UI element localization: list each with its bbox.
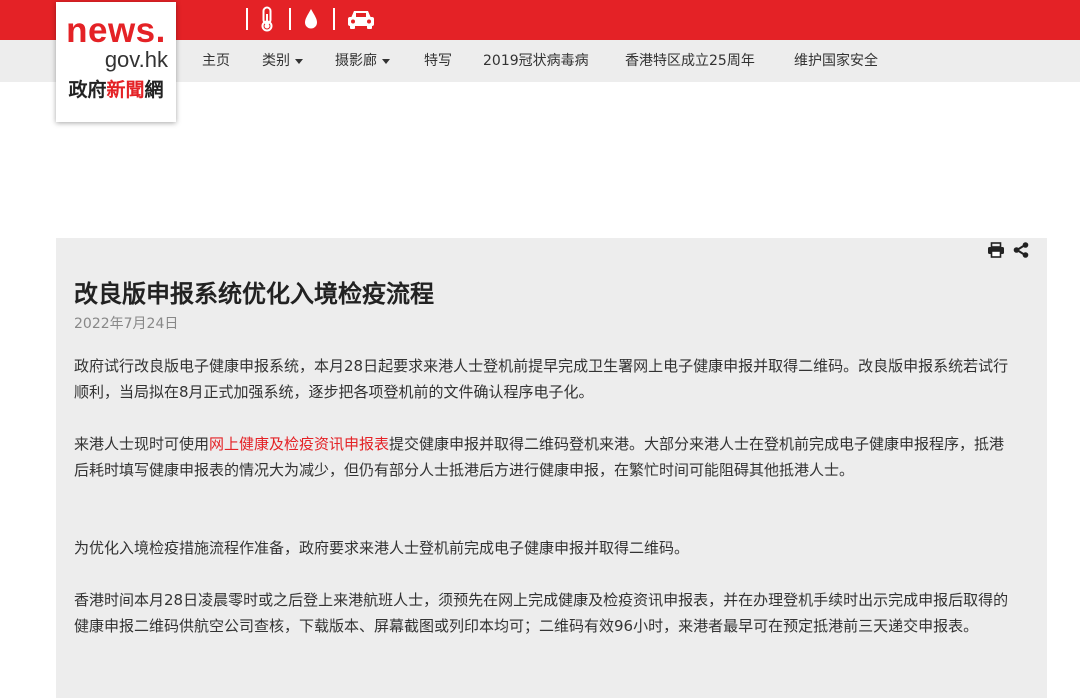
- top-bar-separator: [246, 8, 248, 30]
- paragraph-text: 来港人士现时可使用: [74, 435, 210, 453]
- logo-line-news: news.: [66, 11, 166, 50]
- logo-text-part: 政府: [68, 79, 107, 101]
- chevron-down-icon: [295, 58, 303, 64]
- top-bar-separator: [289, 8, 291, 30]
- article-panel: 改良版申报系统优化入境检疫流程 2022年7月24日 政府试行改良版电子健康申报…: [56, 238, 1047, 698]
- nav-item-label: 维护国家安全: [794, 53, 878, 69]
- top-bar-separator: [333, 8, 335, 30]
- article-paragraph: 为优化入境检疫措施流程作准备，政府要求来港人士登机前完成电子健康申报并取得二维码…: [74, 539, 690, 557]
- logo-line-domain: gov.hk: [104, 47, 168, 72]
- nav-item-national-security[interactable]: 维护国家安全: [794, 40, 878, 82]
- article-date: 2022年7月24日: [74, 316, 179, 332]
- nav-item-label: 香港特区成立25周年: [625, 53, 755, 69]
- nav-item-label: 摄影廊: [335, 53, 377, 69]
- nav-item-label: 2019冠状病毒病: [483, 53, 589, 69]
- nav-item-hksar-25th[interactable]: 香港特区成立25周年: [625, 40, 755, 82]
- nav-item-label: 主页: [202, 53, 230, 69]
- nav-item-label: 类别: [262, 53, 290, 69]
- nav-item-features[interactable]: 特写: [424, 40, 452, 82]
- raindrop-icon[interactable]: [303, 6, 319, 36]
- nav-item-home[interactable]: 主页: [202, 40, 230, 82]
- car-icon[interactable]: [345, 6, 377, 36]
- logo-line-chinese: 政府新聞網: [56, 78, 176, 102]
- article-title: 改良版申报系统优化入境检疫流程: [74, 280, 434, 308]
- health-declaration-form-link[interactable]: 网上健康及检疫资讯申报表: [209, 435, 389, 453]
- site-logo[interactable]: news. gov.hk 政府新聞網: [56, 2, 176, 122]
- chevron-down-icon: [382, 58, 390, 64]
- article-paragraph: 香港时间本月28日凌晨零时或之后登上来港航班人士，须预先在网上完成健康及检疫资讯…: [74, 591, 1009, 635]
- article-paragraph: 政府试行改良版电子健康申报系统，本月28日起要求来港人士登机前提早完成卫生署网上…: [74, 357, 1009, 401]
- logo-text-part: 新聞: [106, 79, 145, 101]
- thermometer-icon[interactable]: [258, 6, 276, 36]
- share-icon[interactable]: [1012, 242, 1030, 262]
- nav-item-photo-gallery[interactable]: 摄影廊: [335, 40, 390, 82]
- nav-item-label: 特写: [424, 53, 452, 69]
- logo-text-part: 網: [144, 79, 164, 101]
- nav-item-covid19[interactable]: 2019冠状病毒病: [483, 40, 589, 82]
- nav-item-categories[interactable]: 类别: [262, 40, 303, 82]
- print-icon[interactable]: [987, 242, 1005, 262]
- article-paragraph: 来港人士现时可使用网上健康及检疫资讯申报表提交健康申报并取得二维码登机来港。大部…: [74, 432, 1014, 483]
